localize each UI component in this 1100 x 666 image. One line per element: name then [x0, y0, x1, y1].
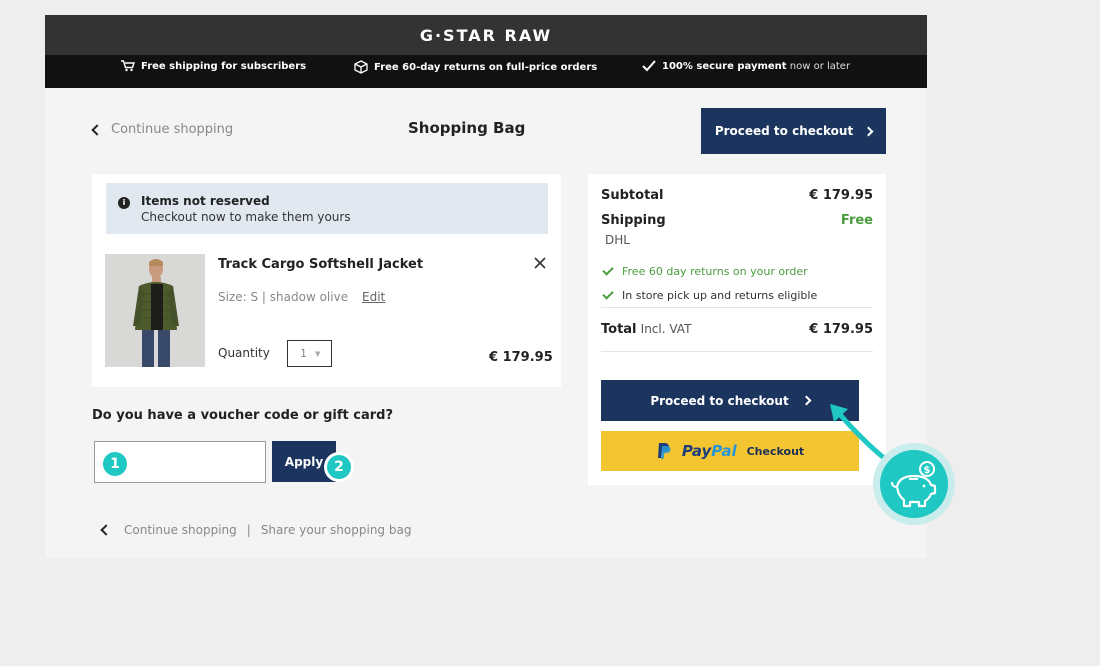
chevron-left-icon	[91, 123, 103, 136]
continue-shopping-label: Continue shopping	[111, 122, 234, 137]
chevron-right-icon	[801, 395, 812, 406]
line-item-price: € 179.95	[489, 350, 553, 365]
proceed-to-checkout-button[interactable]: Proceed to checkout	[601, 380, 859, 421]
paypal-checkout-button[interactable]: PayPal Checkout	[601, 431, 859, 471]
check-icon	[602, 288, 614, 300]
edit-item-link[interactable]: Edit	[362, 290, 385, 304]
subtotal-label: Subtotal	[601, 188, 664, 203]
close-icon[interactable]	[533, 256, 547, 270]
brand-header: G·STAR RAW	[45, 15, 927, 55]
jacket-model-photo	[105, 254, 205, 367]
subtotal-value: € 179.95	[809, 188, 873, 203]
piggy-bank-icon: $	[891, 461, 937, 508]
benefit-returns-text: Free 60 day returns on your order	[622, 265, 808, 278]
notice-title: Items not reserved	[141, 194, 270, 208]
product-name[interactable]: Track Cargo Softshell Jacket	[218, 257, 423, 272]
continue-shopping-link[interactable]: Continue shopping	[91, 122, 234, 137]
step-badge-2: 2	[324, 452, 354, 482]
items-not-reserved-notice: i Items not reserved Checkout now to mak…	[106, 183, 548, 234]
benefit-pickup-text: In store pick up and returns eligible	[622, 289, 818, 302]
shipping-label: Shipping	[601, 213, 666, 228]
voucher-question: Do you have a voucher code or gift card?	[92, 408, 393, 423]
brand-logo[interactable]: G·STAR RAW	[420, 26, 552, 45]
continue-shopping-bottom-link[interactable]: Continue shopping	[124, 523, 237, 537]
summary-divider	[601, 351, 873, 352]
link-separator: |	[246, 523, 251, 537]
checkout-top-label: Proceed to checkout	[714, 124, 854, 138]
usp-payment-text: 100% secure payment	[662, 60, 787, 72]
total-value: € 179.95	[809, 322, 873, 337]
page-title: Shopping Bag	[408, 119, 526, 137]
svg-text:$: $	[924, 465, 931, 476]
benefit-pickup: In store pick up and returns eligible	[602, 288, 818, 302]
check-icon	[602, 264, 614, 276]
page-frame: G·STAR RAW Free shipping for subscribers…	[45, 15, 927, 558]
shipping-value: Free	[840, 213, 873, 228]
quantity-select[interactable]: 1 ▼	[287, 340, 332, 367]
usp-shipping: Free shipping for subscribers	[121, 60, 306, 72]
usp-returns-text: Free 60-day returns on full-price orders	[374, 61, 598, 73]
notice-subtitle: Checkout now to make them yours	[141, 210, 351, 224]
usp-returns: Free 60-day returns on full-price orders	[354, 60, 597, 74]
proceed-to-checkout-top-button[interactable]: Proceed to checkout	[701, 108, 886, 154]
shipping-carrier: DHL	[605, 233, 630, 247]
quantity-label: Quantity	[218, 346, 270, 360]
benefit-returns: Free 60 day returns on your order	[602, 264, 808, 278]
info-icon: i	[118, 197, 130, 209]
savings-badge: $	[873, 443, 955, 525]
share-bag-link[interactable]: Share your shopping bag	[261, 523, 412, 537]
usp-payment: 100% secure payment now or later	[642, 60, 850, 72]
product-size-color: Size: S | shadow olive	[218, 290, 349, 304]
product-image[interactable]	[105, 254, 205, 367]
cart-card: i Items not reserved Checkout now to mak…	[92, 174, 561, 387]
check-icon	[642, 60, 656, 72]
total-vat-note: Incl. VAT	[640, 322, 692, 336]
footer-links: Continue shopping | Share your shopping …	[100, 523, 412, 537]
box-icon	[354, 60, 368, 74]
total-row: Total Incl. VAT € 179.95	[601, 322, 873, 337]
summary-divider	[601, 307, 873, 308]
paypal-wordmark: PayPal	[681, 442, 737, 460]
total-label: Total	[601, 322, 637, 337]
step-badge-1: 1	[100, 449, 130, 479]
checkout-main-label: Proceed to checkout	[650, 393, 789, 408]
chevron-left-icon	[100, 524, 112, 536]
usp-shipping-text: Free shipping for subscribers	[141, 60, 307, 72]
quantity-value: 1	[300, 347, 307, 360]
cart-icon	[121, 60, 135, 72]
paypal-checkout-label: Checkout	[746, 444, 805, 458]
subtotal-row: Subtotal € 179.95	[601, 188, 873, 203]
usp-payment-rest: now or later	[786, 60, 851, 72]
shipping-row: Shipping Free	[601, 213, 873, 228]
chevron-right-icon	[863, 126, 874, 136]
paypal-logo-icon	[657, 443, 671, 459]
chevron-down-icon: ▼	[315, 349, 321, 358]
